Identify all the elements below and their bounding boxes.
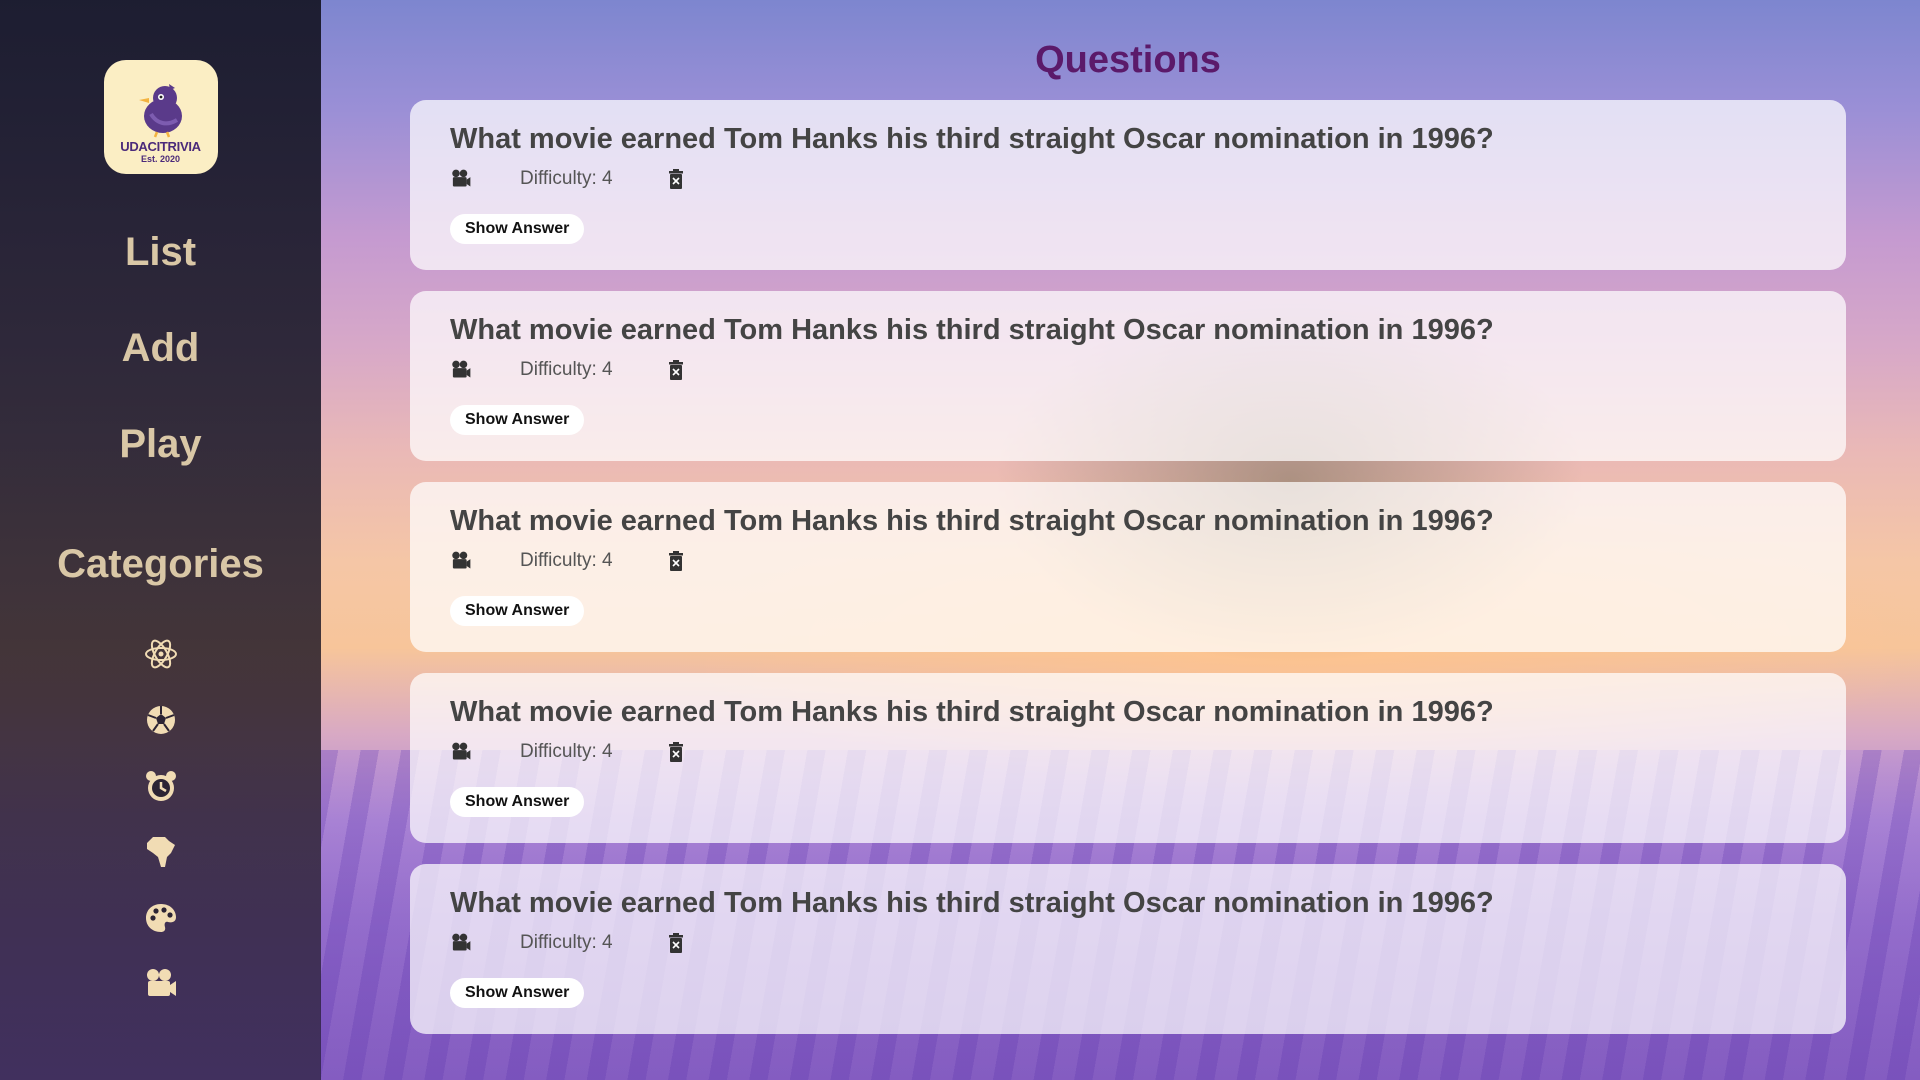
history-icon: [145, 771, 176, 801]
logo[interactable]: UDACITRIVIA Est. 2020: [103, 60, 218, 174]
nav-play-link[interactable]: Play: [119, 420, 201, 468]
category-history[interactable]: [143, 768, 179, 804]
question-meta: Difficulty: 4: [450, 357, 1806, 383]
categories-heading: Categories: [57, 542, 264, 586]
trash-icon: [668, 742, 683, 762]
question-category: [450, 359, 472, 381]
category-entertainment[interactable]: [143, 966, 179, 1002]
science-icon: [144, 639, 177, 669]
question-text: What movie earned Tom Hanks his third st…: [450, 314, 1494, 346]
question-difficulty: Difficulty: 4: [520, 168, 613, 189]
delete-button[interactable]: [665, 741, 687, 763]
question-meta: Difficulty: 4: [450, 930, 1806, 956]
question-card: What movie earned Tom Hanks his third st…: [410, 482, 1846, 652]
show-answer-button[interactable]: Show Answer: [450, 405, 585, 435]
logo-est: Est. 2020: [140, 154, 181, 164]
entertainment-icon: [452, 360, 471, 378]
question-category: [450, 168, 472, 190]
entertainment-icon: [452, 933, 471, 951]
question-text: What movie earned Tom Hanks his third st…: [450, 696, 1494, 728]
delete-button[interactable]: [665, 932, 687, 954]
bird-icon: [138, 84, 182, 138]
trash-icon: [668, 933, 683, 953]
nav-list-link[interactable]: List: [125, 228, 196, 276]
trash-icon: [668, 360, 683, 380]
sports-icon: [146, 706, 175, 734]
main-content: Questions What movie earned Tom Hanks hi…: [410, 0, 1846, 1055]
question-text: What movie earned Tom Hanks his third st…: [450, 505, 1494, 537]
trash-icon: [668, 169, 683, 189]
category-art[interactable]: [143, 900, 179, 936]
entertainment-icon: [452, 169, 471, 187]
question-text: What movie earned Tom Hanks his third st…: [450, 123, 1494, 155]
trash-icon: [668, 551, 683, 571]
geography-icon: [146, 837, 175, 867]
entertainment-icon: [452, 551, 471, 569]
category-sports[interactable]: [143, 702, 179, 738]
question-list: What movie earned Tom Hanks his third st…: [410, 100, 1846, 1034]
question-difficulty: Difficulty: 4: [520, 550, 613, 571]
question-card: What movie earned Tom Hanks his third st…: [410, 864, 1846, 1034]
entertainment-icon: [146, 969, 176, 996]
show-answer-button[interactable]: Show Answer: [450, 787, 585, 817]
question-category: [450, 550, 472, 572]
question-category: [450, 741, 472, 763]
delete-button[interactable]: [665, 550, 687, 572]
delete-button[interactable]: [665, 359, 687, 381]
question-difficulty: Difficulty: 4: [520, 741, 613, 762]
question-card: What movie earned Tom Hanks his third st…: [410, 100, 1846, 270]
category-science[interactable]: [143, 636, 179, 672]
category-icon-list: [143, 636, 179, 1032]
art-icon: [145, 904, 176, 932]
question-meta: Difficulty: 4: [450, 739, 1806, 765]
page-title: Questions: [1035, 39, 1221, 81]
question-meta: Difficulty: 4: [450, 166, 1806, 192]
show-answer-button[interactable]: Show Answer: [450, 214, 585, 244]
sidebar: UDACITRIVIA Est. 2020 List Add Play Cate…: [0, 0, 321, 1080]
logo-name: UDACITRIVIA: [120, 139, 201, 154]
question-difficulty: Difficulty: 4: [520, 932, 613, 953]
entertainment-icon: [452, 742, 471, 760]
question-card: What movie earned Tom Hanks his third st…: [410, 673, 1846, 843]
question-text: What movie earned Tom Hanks his third st…: [450, 887, 1494, 919]
show-answer-button[interactable]: Show Answer: [450, 978, 585, 1008]
category-geography[interactable]: [143, 834, 179, 870]
question-meta: Difficulty: 4: [450, 548, 1806, 574]
question-category: [450, 932, 472, 954]
show-answer-button[interactable]: Show Answer: [450, 596, 585, 626]
delete-button[interactable]: [665, 168, 687, 190]
question-difficulty: Difficulty: 4: [520, 359, 613, 380]
nav-add-link[interactable]: Add: [122, 324, 200, 372]
question-card: What movie earned Tom Hanks his third st…: [410, 291, 1846, 461]
